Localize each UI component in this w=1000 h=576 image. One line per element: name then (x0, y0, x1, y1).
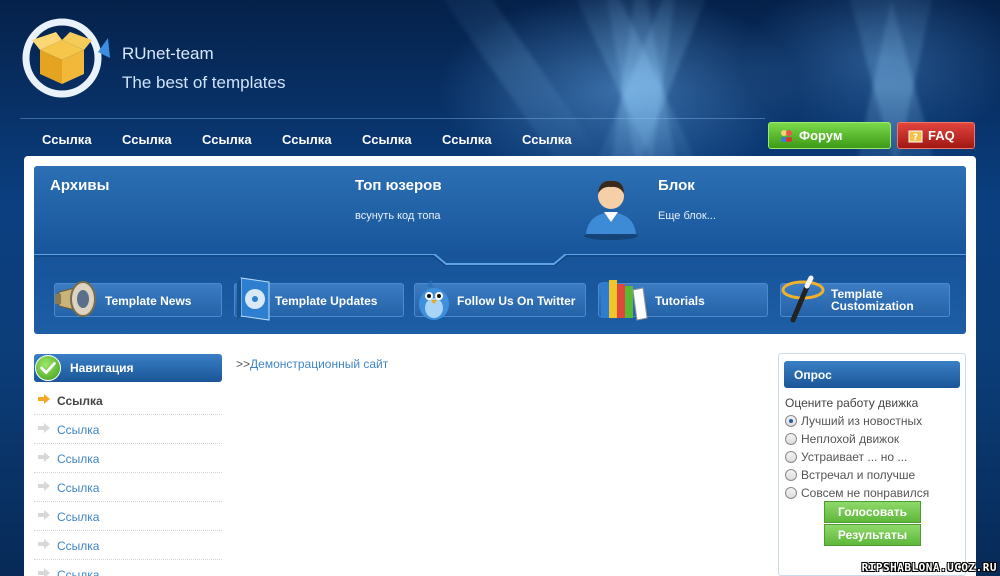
nav-link-label: Ссылка (57, 452, 100, 466)
arrow-right-icon (38, 423, 50, 433)
nav-link[interactable]: Ссылка (34, 386, 222, 415)
results-button[interactable]: Результаты (824, 524, 921, 546)
radio-button[interactable] (785, 469, 797, 481)
faq-label: FAQ (928, 128, 955, 143)
navigation-title: Навигация (70, 361, 134, 375)
feature-template-customization[interactable]: Template Customization (780, 275, 950, 323)
top-navigation: Ссылка Ссылка Ссылка Ссылка Ссылка Ссылк… (20, 118, 765, 156)
poll-option[interactable]: Устраивает ... но ... (785, 450, 907, 464)
nav-link[interactable]: Ссылка (34, 444, 222, 473)
arrow-right-icon (38, 539, 50, 549)
check-icon (35, 355, 61, 381)
breadcrumb: >>Демонстрационный сайт (236, 357, 388, 371)
watermark: RIPSHABLONA.UCOZ.RU (861, 561, 997, 574)
top-users-title: Топ юзеров (355, 177, 442, 194)
nav-link[interactable]: Ссылка (34, 502, 222, 531)
magic-wand-icon (781, 275, 825, 323)
poll-option-label: Совсем не понравился (801, 486, 930, 500)
arrow-right-icon (38, 568, 50, 576)
nav-link-label: Ссылка (57, 568, 100, 576)
panel-divider (34, 254, 966, 266)
nav-link-label: Ссылка (57, 423, 100, 437)
arrow-right-icon (38, 510, 50, 520)
users-icon (781, 130, 792, 142)
top-users-text: всунуть код топа (355, 210, 441, 222)
poll-header: Опрос (784, 361, 960, 388)
archives-title: Архивы (50, 177, 110, 194)
megaphone-icon (55, 281, 96, 317)
feature-label: Template News (105, 294, 192, 308)
radio-button-selected[interactable] (785, 415, 797, 427)
forum-button[interactable]: Форум (768, 122, 891, 149)
faq-button[interactable]: ? FAQ (897, 122, 975, 149)
feature-label: Template Updates (275, 294, 378, 308)
topnav-link[interactable]: Ссылка (122, 132, 172, 147)
topnav-link[interactable]: Ссылка (42, 132, 92, 147)
navigation-header: Навигация (34, 354, 222, 382)
poll-option-label: Лучший из новостных (801, 414, 923, 428)
feature-label-customization: Template Customization (831, 288, 914, 312)
radio-button[interactable] (785, 451, 797, 463)
feature-label: Tutorials (655, 294, 705, 308)
site-slogan: The best of templates (122, 73, 286, 92)
topnav-link[interactable]: Ссылка (522, 132, 572, 147)
block-title: Блок (658, 177, 695, 194)
topnav-link[interactable]: Ссылка (362, 132, 412, 147)
feature-template-news[interactable]: Template News (54, 281, 222, 317)
block-text: Еще блок... (658, 210, 716, 222)
feature-label-line2: Customization (831, 299, 914, 313)
feature-label: Follow Us On Twitter (457, 294, 576, 308)
vote-button[interactable]: Голосовать (824, 501, 921, 523)
arrow-right-icon (38, 481, 50, 491)
nav-link[interactable]: Ссылка (34, 473, 222, 502)
nav-link-label: Ссылка (57, 539, 100, 553)
nav-link[interactable]: Ссылка (34, 531, 222, 560)
poll-option[interactable]: Неплохой движок (785, 432, 899, 446)
topnav-link[interactable]: Ссылка (282, 132, 332, 147)
radio-button[interactable] (785, 487, 797, 499)
poll-option-label: Устраивает ... но ... (801, 450, 908, 464)
info-panel: Архивы Топ юзеров всунуть код топа Блок … (34, 166, 966, 334)
faq-box-icon: ? (908, 130, 923, 143)
nav-link-label: Ссылка (57, 481, 100, 495)
poll-widget: Опрос Оцените работу движка Лучший из но… (778, 353, 966, 576)
feature-template-updates[interactable]: Template Updates (234, 277, 404, 321)
cd-box-icon (237, 277, 270, 321)
books-icon (601, 280, 648, 321)
arrow-right-icon (38, 394, 50, 404)
arrow-right-icon (38, 452, 50, 462)
box-logo-icon[interactable] (18, 18, 110, 98)
topnav-link[interactable]: Ссылка (202, 132, 252, 147)
poll-question: Оцените работу движка (785, 396, 919, 410)
nav-link[interactable]: Ссылка (34, 560, 222, 576)
user-avatar-icon (584, 180, 638, 240)
poll-title: Опрос (794, 368, 832, 382)
nav-link-label: Ссылка (57, 394, 103, 408)
topnav-link[interactable]: Ссылка (442, 132, 492, 147)
nav-link[interactable]: Ссылка (34, 415, 222, 444)
breadcrumb-prefix: >> (236, 357, 251, 371)
poll-option[interactable]: Лучший из новостных (785, 414, 922, 428)
poll-option[interactable]: Совсем не понравился (785, 486, 929, 500)
breadcrumb-link[interactable]: Демонстрационный сайт (250, 357, 388, 371)
feature-follow-twitter[interactable]: Follow Us On Twitter (414, 280, 586, 320)
site-name: RUnet-team (122, 44, 214, 63)
poll-option-label: Встречал и получше (801, 468, 916, 482)
forum-label: Форум (799, 128, 843, 143)
feature-tutorials[interactable]: Tutorials (598, 280, 768, 321)
nav-link-label: Ссылка (57, 510, 100, 524)
poll-option-label: Неплохой движок (801, 432, 900, 446)
radio-button[interactable] (785, 433, 797, 445)
poll-option[interactable]: Встречал и получше (785, 468, 915, 482)
svg-text:?: ? (913, 133, 918, 143)
twitter-bird-icon (419, 280, 449, 320)
